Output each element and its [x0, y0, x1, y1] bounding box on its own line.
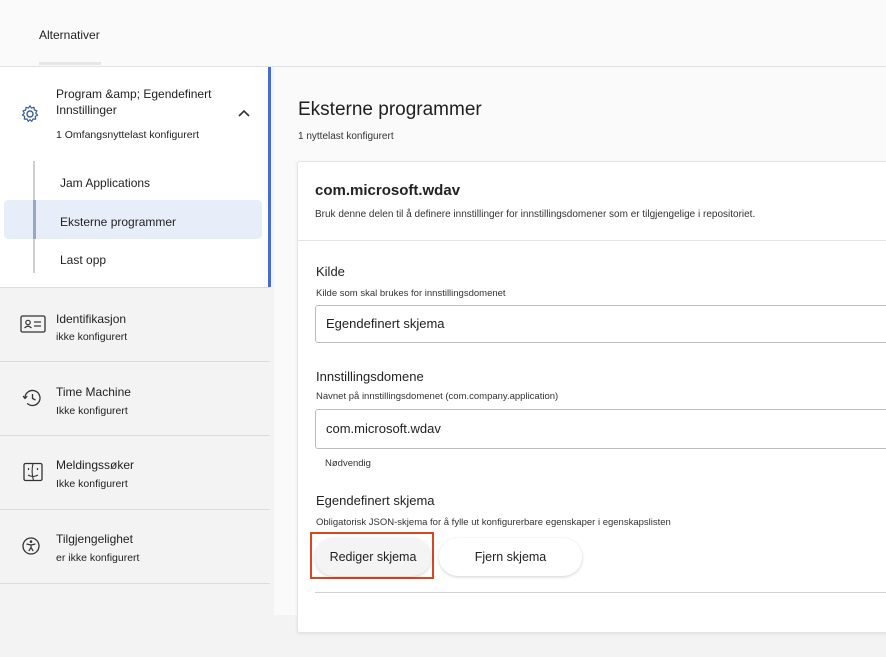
page-title: Eksterne programmer — [298, 99, 482, 120]
schema-label: Egendefinert skjema — [316, 493, 435, 508]
sidebar-item-label: Meldingssøker — [56, 458, 135, 472]
sidebar: Program &amp; Egendefinert Innstillinger… — [0, 67, 271, 615]
sidebar-item-status: er ikke konfigurert — [56, 552, 140, 564]
sidebar-item-label: Time Machine — [56, 385, 131, 399]
source-select[interactable]: Egendefinert skjema — [315, 305, 886, 343]
page-subtitle: 1 nyttelast konfigurert — [298, 131, 394, 142]
sidebar-item-finder[interactable]: Meldingssøker Ikke konfigurert — [0, 435, 270, 509]
sidebar-item-identification[interactable]: Identifikasjon ikke konfigurert — [0, 287, 270, 361]
domain-label: Innstillingsdomene — [316, 369, 424, 384]
sidebar-section-app-custom-settings: Program &amp; Egendefinert Innstillinger… — [0, 67, 271, 287]
sidebar-item-status: ikke konfigurert — [56, 331, 128, 343]
selected-indicator — [33, 200, 36, 239]
history-clock-icon — [22, 389, 41, 407]
schema-help: Obligatorisk JSON-skjema for å fylle ut … — [316, 517, 671, 528]
sidebar-item-next[interactable] — [0, 583, 270, 657]
accessibility-icon — [22, 537, 40, 555]
card-header: com.microsoft.wdav Bruk denne delen til … — [298, 162, 886, 241]
edit-schema-button[interactable]: Rediger skjema — [315, 538, 431, 576]
domain-input[interactable]: com.microsoft.wdav — [315, 409, 886, 449]
card-title: com.microsoft.wdav — [315, 182, 461, 199]
tab-options[interactable]: Alternativer — [39, 28, 100, 42]
source-label: Kilde — [316, 264, 345, 279]
sidebar-item-accessibility[interactable]: Tilgjengelighet er ikke konfigurert — [0, 509, 270, 583]
required-hint: Nødvendig — [325, 458, 371, 469]
tab-underline — [39, 62, 101, 65]
sidebar-section-title[interactable]: Program &amp; Egendefinert Innstillinger — [56, 86, 236, 118]
gear-icon — [21, 105, 39, 122]
finder-icon — [23, 462, 43, 482]
sidebar-item-jam-applications[interactable]: Jam Applications — [60, 176, 150, 190]
id-card-icon — [20, 315, 46, 333]
payload-card: com.microsoft.wdav Bruk denne delen til … — [297, 161, 886, 633]
sidebar-item-external-apps[interactable]: Eksterne programmer — [60, 215, 176, 229]
main-content: Eksterne programmer 1 nyttelast konfigur… — [274, 67, 886, 633]
sidebar-item-time-machine[interactable]: Time Machine Ikke konfigurert — [0, 361, 270, 435]
sidebar-item-label: Tilgjengelighet — [56, 532, 133, 546]
divider — [315, 592, 886, 593]
sidebar-item-upload[interactable]: Last opp — [60, 253, 106, 267]
source-help: Kilde som skal brukes for innstillingsdo… — [316, 288, 506, 299]
card-description: Bruk denne delen til å definere innstill… — [315, 209, 756, 220]
sidebar-item-status: Ikke konfigurert — [56, 478, 128, 490]
domain-help: Navnet på innstillingsdomenet (com.compa… — [316, 391, 559, 402]
sidebar-item-label: Identifikasjon — [56, 312, 127, 326]
sidebar-section-status: 1 Omfangsnyttelast konfigurert — [56, 129, 199, 141]
remove-schema-button[interactable]: Fjern skjema — [439, 538, 582, 576]
chevron-up-icon[interactable] — [237, 108, 251, 118]
sidebar-item-status: Ikke konfigurert — [56, 405, 128, 417]
top-tab-bar: Alternativer — [0, 0, 886, 67]
